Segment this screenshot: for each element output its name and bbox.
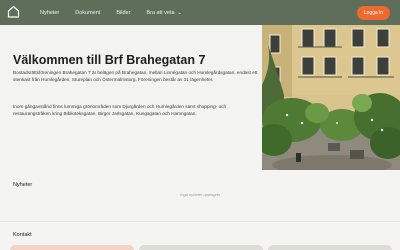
- top-nav: Nyheter Dokument Bilder Bra att veta ⌄ L…: [0, 0, 400, 25]
- page-title: Välkommen till Brf Brahegatan 7: [13, 53, 206, 67]
- news-empty-message: Inga nyheter upplagda: [180, 192, 220, 197]
- chevron-down-icon: ⌄: [177, 9, 182, 16]
- contact-card[interactable]: [268, 245, 392, 250]
- location-paragraph: Inom gångavstånd finns lummiga grönområd…: [13, 104, 227, 117]
- login-button[interactable]: Logga in: [357, 6, 390, 20]
- section-divider: [0, 221, 400, 222]
- contact-heading: Kontakt: [13, 232, 32, 238]
- home-logo-icon[interactable]: [7, 5, 20, 18]
- courtyard-photo: [262, 25, 400, 170]
- contact-card[interactable]: [139, 245, 263, 250]
- contact-card[interactable]: [10, 245, 134, 250]
- nav-dropdown-bra-att-veta[interactable]: Bra att veta ⌄: [146, 10, 181, 16]
- intro-paragraph: Bostadsrättsföreningen Brahegatan 7 är b…: [13, 70, 258, 83]
- news-heading: Nyheter: [13, 182, 33, 188]
- nav-link-bilder[interactable]: Bilder: [116, 10, 130, 16]
- nav-link-nyheter[interactable]: Nyheter: [40, 10, 59, 16]
- nav-link-dokument[interactable]: Dokument: [75, 10, 100, 16]
